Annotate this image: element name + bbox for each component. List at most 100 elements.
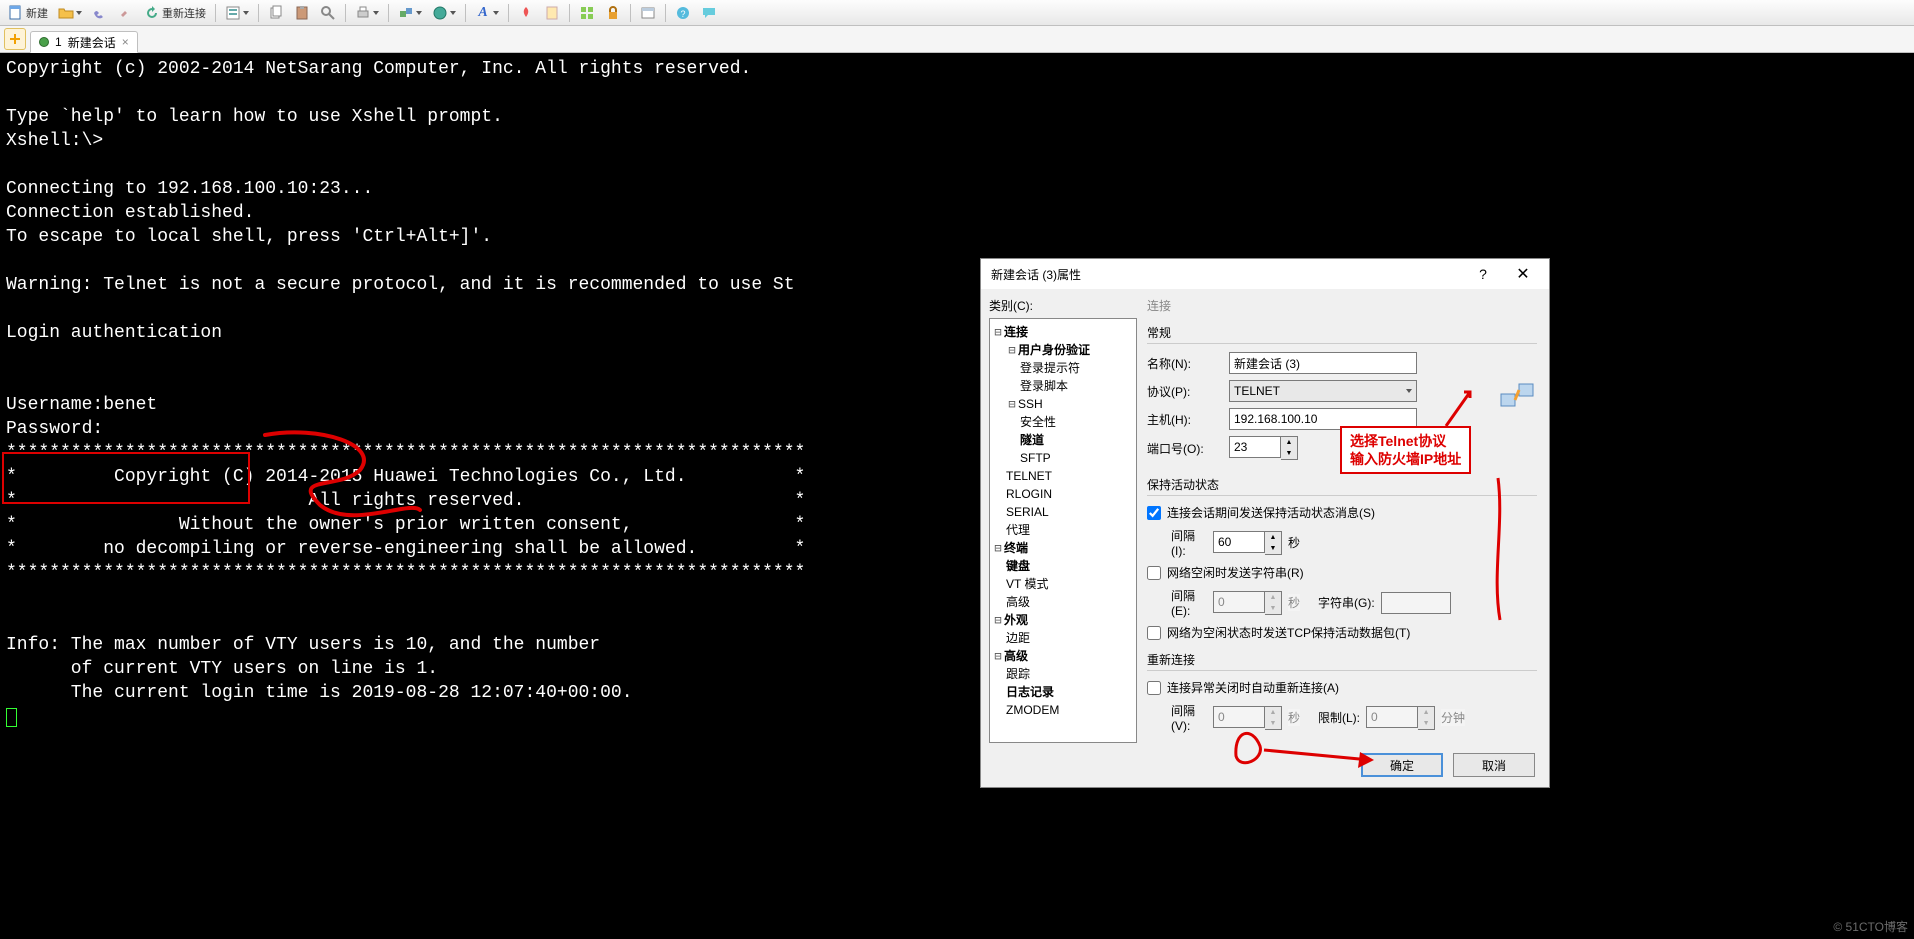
tree-connection[interactable]: 连接 (1004, 325, 1028, 339)
tree-toggle-icon[interactable]: ⊟ (992, 611, 1004, 629)
tile-button[interactable] (575, 3, 599, 23)
tree-toggle-icon[interactable]: ⊟ (992, 539, 1004, 557)
tree-margin[interactable]: 边距 (1006, 631, 1030, 645)
cb-idle-tcp-box[interactable] (1147, 626, 1161, 640)
window-button[interactable] (636, 3, 660, 23)
category-tree[interactable]: ⊟连接 ⊟用户身份验证 登录提示符 登录脚本 ⊟SSH 安全性 隧道 SFTP … (989, 318, 1137, 743)
tree-toggle-icon[interactable]: ⊟ (992, 647, 1004, 665)
lock-button[interactable] (601, 3, 625, 23)
spin-up-icon[interactable]: ▲ (1281, 437, 1297, 448)
interval-v-spinner: ▲▼ (1213, 706, 1282, 730)
tree-ssh[interactable]: SSH (1018, 397, 1043, 411)
web-button[interactable] (428, 3, 460, 23)
dialog-title-text: 新建会话 (3)属性 (991, 266, 1081, 283)
tab-index: 1 (55, 35, 62, 49)
tree-appearance[interactable]: 外观 (1004, 613, 1028, 627)
properties-button[interactable] (221, 3, 253, 23)
copy-button[interactable] (264, 3, 288, 23)
cb-auto-reconnect[interactable]: 连接异常关闭时自动重新连接(A) (1147, 679, 1537, 696)
new-button[interactable]: 新建 (4, 3, 52, 23)
tree-auth[interactable]: 用户身份验证 (1018, 343, 1090, 357)
chevron-down-icon (1406, 389, 1412, 393)
session-properties-dialog: 新建会话 (3)属性 ? ✕ 类别(C): ⊟连接 ⊟用户身份验证 登录提示符 … (980, 258, 1550, 788)
reconnect-button[interactable]: 重新连接 (140, 3, 210, 23)
tree-trace[interactable]: 跟踪 (1006, 667, 1030, 681)
tree-sftp[interactable]: SFTP (1020, 451, 1051, 465)
disconnect-button[interactable] (114, 3, 138, 23)
close-tab-icon[interactable]: × (122, 35, 129, 49)
dialog-help-button[interactable]: ? (1463, 260, 1503, 288)
name-input[interactable] (1229, 352, 1417, 374)
tree-advanced[interactable]: 高级 (1006, 595, 1030, 609)
toolbar-separator (630, 4, 631, 22)
tree-serial[interactable]: SERIAL (1006, 505, 1049, 519)
chat-button[interactable] (697, 3, 721, 23)
svg-text:?: ? (680, 9, 685, 19)
cb-keepalive-msg-box[interactable] (1147, 506, 1161, 520)
protocol-combo[interactable]: TELNET (1229, 380, 1417, 402)
spin-down-icon[interactable]: ▼ (1265, 543, 1281, 554)
watermark-text: © 51CTO博客 (1833, 918, 1908, 935)
tree-zmodem[interactable]: ZMODEM (1006, 703, 1059, 717)
tree-vt[interactable]: VT 模式 (1006, 577, 1048, 591)
tree-toggle-icon[interactable]: ⊟ (1006, 341, 1018, 359)
tree-rlogin[interactable]: RLOGIN (1006, 487, 1052, 501)
interval-i-input[interactable] (1213, 531, 1265, 553)
toolbar-separator (345, 4, 346, 22)
cb-idle-chars-box[interactable] (1147, 566, 1161, 580)
search-icon (320, 5, 336, 21)
tree-log[interactable]: 日志记录 (1006, 685, 1054, 699)
script-button[interactable] (514, 3, 538, 23)
tree-proxy[interactable]: 代理 (1006, 523, 1030, 537)
spin-down-icon[interactable]: ▼ (1281, 448, 1297, 459)
unlink-icon (118, 5, 134, 21)
macro-button[interactable] (540, 3, 564, 23)
cb-idle-tcp[interactable]: 网络为空闲状态时发送TCP保持活动数据包(T) (1147, 624, 1537, 641)
print-button[interactable] (351, 3, 383, 23)
tree-toggle-icon[interactable]: ⊟ (992, 323, 1004, 341)
font-button[interactable]: A (471, 3, 503, 23)
limit-spinner: ▲▼ (1366, 706, 1435, 730)
find-button[interactable] (316, 3, 340, 23)
ok-button[interactable]: 确定 (1361, 753, 1443, 777)
help-button[interactable]: ? (671, 3, 695, 23)
tree-telnet[interactable]: TELNET (1006, 469, 1052, 483)
open-button[interactable] (54, 3, 86, 23)
tree-login-prompt[interactable]: 登录提示符 (1020, 361, 1080, 375)
globe-icon (432, 5, 448, 21)
interval-v-label: 间隔(V): (1147, 702, 1207, 733)
cancel-button[interactable]: 取消 (1453, 753, 1535, 777)
tree-login-script[interactable]: 登录脚本 (1020, 379, 1068, 393)
cb-idle-chars[interactable]: 网络空闲时发送字符串(R) (1147, 564, 1537, 581)
dropdown-arrow-icon (416, 11, 422, 15)
refresh-icon (144, 5, 160, 21)
spin-down-icon: ▼ (1418, 718, 1434, 729)
cb-keepalive-msg[interactable]: 连接会话期间发送保持活动状态消息(S) (1147, 504, 1537, 521)
dropdown-arrow-icon (243, 11, 249, 15)
port-input[interactable] (1229, 436, 1281, 458)
transfer-button[interactable] (394, 3, 426, 23)
new-button-label: 新建 (26, 5, 48, 21)
interval-e-spinner: ▲▼ (1213, 591, 1282, 615)
tree-security[interactable]: 安全性 (1020, 415, 1056, 429)
tree-toggle-icon[interactable]: ⊟ (1006, 395, 1018, 413)
dropdown-arrow-icon (76, 11, 82, 15)
tree-keyboard[interactable]: 键盘 (1006, 559, 1030, 573)
dialog-titlebar[interactable]: 新建会话 (3)属性 ? ✕ (981, 259, 1549, 289)
link-icon (92, 5, 108, 21)
dropdown-arrow-icon (493, 11, 499, 15)
paste-button[interactable] (290, 3, 314, 23)
session-tab-active[interactable]: 1 新建会话 × (30, 31, 138, 53)
dialog-close-button[interactable]: ✕ (1503, 260, 1543, 288)
interval-i-spinner[interactable]: ▲▼ (1213, 531, 1282, 555)
terminal-output[interactable]: Copyright (c) 2002-2014 NetSarang Comput… (0, 53, 1914, 939)
port-spinner[interactable]: ▲▼ (1229, 436, 1298, 460)
port-label: 端口号(O): (1147, 440, 1223, 457)
tree-terminal[interactable]: 终端 (1004, 541, 1028, 555)
spin-up-icon[interactable]: ▲ (1265, 532, 1281, 543)
cb-auto-reconnect-box[interactable] (1147, 681, 1161, 695)
connect-button[interactable] (88, 3, 112, 23)
tree-advanced2[interactable]: 高级 (1004, 649, 1028, 663)
tree-tunnel[interactable]: 隧道 (1020, 433, 1044, 447)
add-tab-button[interactable] (4, 28, 26, 50)
